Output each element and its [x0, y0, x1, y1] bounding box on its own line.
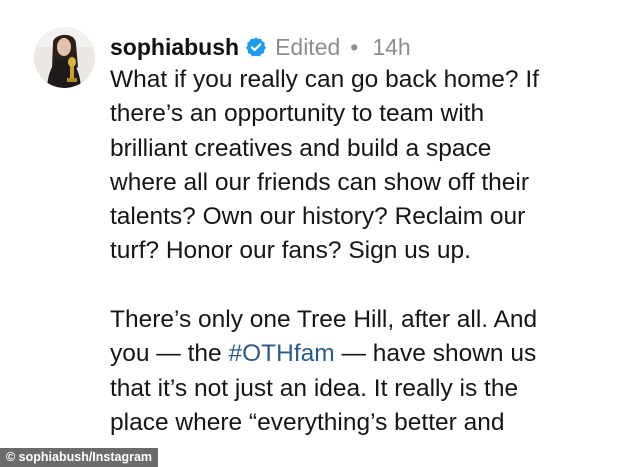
verified-badge-icon	[245, 36, 267, 58]
post-timestamp[interactable]: 14h	[372, 34, 410, 61]
post-header: sophiabush Edited • 14h	[110, 30, 411, 64]
photo-credit: © sophiabush/Instagram	[0, 448, 159, 467]
instagram-post: sophiabush Edited • 14h What if you real…	[0, 0, 634, 467]
username[interactable]: sophiabush	[110, 34, 239, 61]
hashtag-link[interactable]: #OTHfam	[228, 340, 334, 367]
caption-line: brilliant creatives and build a space	[110, 134, 492, 162]
caption-line: What if you really can go back home? If	[110, 66, 539, 93]
caption-line: There’s only one Tree Hill, after all. A…	[110, 306, 538, 334]
caption-line: where all our friends can show off their	[110, 168, 529, 196]
edited-label: Edited	[275, 33, 341, 60]
caption-line: there’s an opportunity to team with	[110, 100, 485, 128]
meta-separator: •	[350, 33, 359, 60]
caption-text: you — the	[110, 340, 229, 368]
caption-line: that it’s not just an idea. It really is…	[110, 374, 519, 402]
caption-line: place where “everything’s better and	[110, 408, 505, 436]
post-caption: What if you really can go back home? If …	[110, 63, 622, 440]
caption-line-with-hashtag: you — the #OTHfam — have shown us	[110, 337, 622, 371]
caption-text: — have shown us	[334, 340, 537, 368]
caption-line: turf? Honor our fans? Sign us up.	[110, 237, 471, 265]
caption-line: talents? Own our history? Reclaim our	[110, 203, 526, 231]
avatar-photo	[34, 27, 95, 88]
avatar[interactable]	[34, 27, 95, 88]
